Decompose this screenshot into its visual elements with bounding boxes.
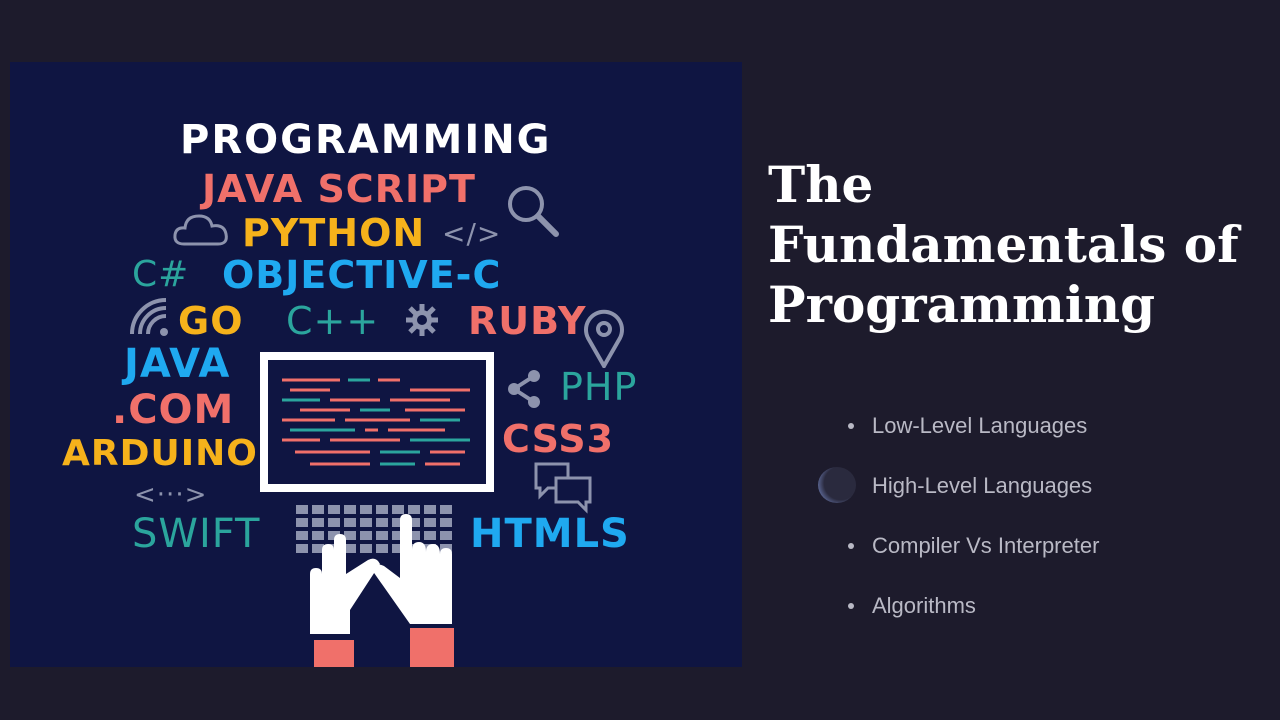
slide-title-line-1: The — [768, 155, 874, 214]
list-item-label: Compiler Vs Interpreter — [872, 533, 1100, 558]
list-item-label: Algorithms — [872, 593, 976, 618]
share-icon — [508, 370, 540, 408]
chat-bubbles-icon — [534, 462, 592, 514]
gear-icon — [406, 304, 438, 336]
hands-icon — [310, 514, 454, 667]
list-item: Algorithms — [846, 586, 1099, 646]
word-go: GO — [178, 299, 244, 343]
programming-illustration: PROGRAMMING JAVA SCRIPT PYTHON </> C# OB… — [10, 62, 742, 667]
location-pin-icon — [584, 309, 624, 368]
cloud-icon — [173, 214, 228, 246]
word-arduino: ARDUINO — [62, 433, 258, 474]
list-item-label: High-Level Languages — [872, 473, 1093, 498]
list-item: High-Level Languages — [846, 466, 1099, 526]
search-icon — [508, 186, 559, 237]
cursor-highlight — [818, 467, 856, 503]
word-ruby: RUBY — [468, 299, 587, 343]
poster-heading: PROGRAMMING — [180, 117, 552, 163]
bullet-dot-icon — [848, 603, 854, 609]
bullet-dot-icon — [848, 423, 854, 429]
word-swift: SWIFT — [132, 511, 261, 557]
slide-title-line-2: Fundamentals of — [768, 215, 1239, 274]
word-cpp: C++ — [286, 299, 380, 343]
slide-title-line-3: Programming — [768, 275, 1156, 334]
word-csharp: C# — [132, 254, 190, 295]
topic-list: Low-Level Languages High-Level Languages… — [846, 406, 1099, 646]
word-php: PHP — [560, 365, 638, 409]
word-dotcom: .COM — [112, 387, 235, 433]
list-item-label: Low-Level Languages — [872, 413, 1088, 438]
slide-title: The Fundamentals of Programming — [768, 155, 1268, 335]
dots-tag: <···> — [134, 480, 208, 510]
word-htmls: HTMLS — [470, 511, 630, 557]
wifi-icon — [130, 298, 168, 336]
word-objective-c: OBJECTIVE-C — [222, 253, 502, 297]
bullet-dot-icon — [848, 543, 854, 549]
word-python: PYTHON — [242, 211, 426, 255]
monitor-icon — [260, 352, 494, 492]
word-java: JAVA — [124, 341, 231, 387]
list-item: Compiler Vs Interpreter — [846, 526, 1099, 586]
word-javascript: JAVA SCRIPT — [202, 167, 476, 211]
code-tag: </> — [442, 217, 502, 250]
word-css3: CSS3 — [502, 417, 615, 461]
list-item: Low-Level Languages — [846, 406, 1099, 466]
